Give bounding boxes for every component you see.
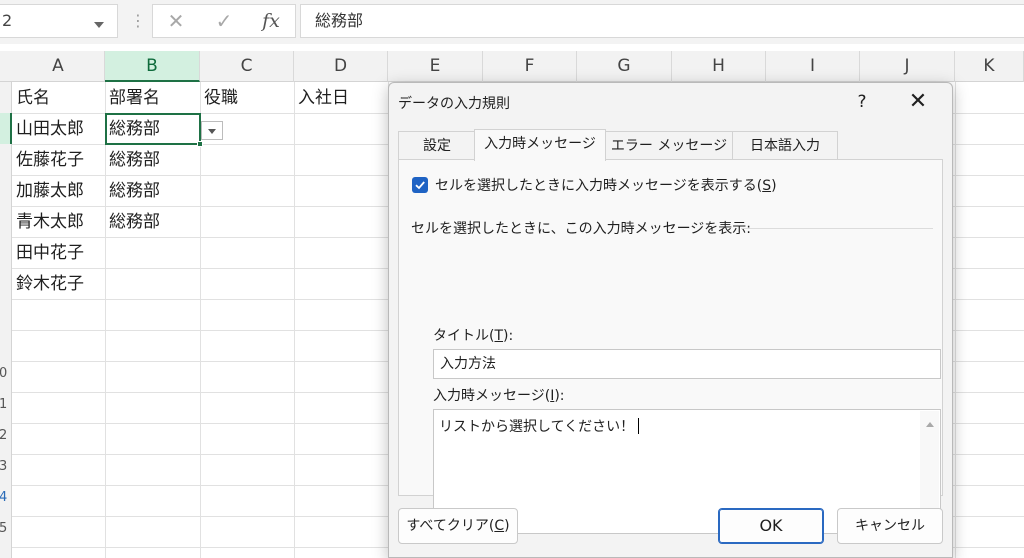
column-header-row: A B C D E F G H I J K [0, 51, 1024, 82]
input-message-panel: セルを選択したときに入力時メッセージを表示する(S) セルを選択したときに、この… [398, 159, 943, 534]
column-header-c[interactable]: C [200, 51, 294, 82]
cell-a1[interactable]: 氏名 [12, 83, 50, 113]
tab-input-message[interactable]: 入力時メッセージ [474, 129, 606, 161]
row-number: 4 [0, 490, 7, 505]
chevron-down-icon [208, 129, 216, 134]
row-header-active[interactable] [0, 113, 12, 144]
cell-a4[interactable]: 加藤太郎 [12, 176, 84, 206]
text-caret [638, 418, 640, 434]
active-cell-border [105, 113, 201, 145]
column-header-e[interactable]: E [388, 51, 483, 82]
tab-error-alert[interactable]: エラー メッセージ [605, 131, 733, 160]
insert-function-button[interactable]: fx [251, 4, 291, 38]
message-text: リストから選択してください！ [439, 419, 635, 435]
row-number: 1 [0, 397, 7, 412]
message-field-label: 入力時メッセージ(I): [433, 385, 565, 405]
name-box-value: 2 [2, 11, 13, 30]
label-suffix: ): [503, 328, 514, 344]
hotkey-c: C [494, 518, 505, 534]
group-label: セルを選択したときに、この入力時メッセージを表示: [411, 221, 752, 237]
label-suffix: ) [771, 178, 777, 194]
column-header-h[interactable]: H [672, 51, 766, 82]
grid-line [200, 82, 201, 558]
title-label-text: タイトル( [433, 328, 495, 344]
hotkey-s: S [762, 178, 772, 194]
chevron-down-icon[interactable] [94, 22, 104, 28]
show-message-label-text: セルを選択したときに入力時メッセージを表示する( [435, 178, 763, 194]
label-suffix: ) [504, 518, 510, 534]
column-header-j[interactable]: J [860, 51, 955, 82]
cell-b5[interactable]: 総務部 [105, 207, 160, 237]
group-divider [741, 228, 933, 229]
hotkey-t: T [494, 328, 504, 344]
column-header-k[interactable]: K [955, 51, 1024, 82]
column-header-f[interactable]: F [483, 51, 577, 82]
cell-a3[interactable]: 佐藤花子 [12, 145, 84, 175]
fill-handle[interactable] [197, 141, 203, 147]
clear-label-text: すべてクリア( [406, 518, 495, 534]
dialog-tabs: 設定 入力時メッセージ エラー メッセージ 日本語入力 [398, 129, 938, 161]
formula-input[interactable]: 総務部 [300, 4, 1024, 38]
title-input[interactable]: 入力方法 [433, 349, 941, 379]
name-box[interactable]: 2 [0, 4, 118, 38]
row-number: 0 [0, 366, 7, 381]
cell-b1[interactable]: 部署名 [105, 83, 160, 113]
column-header-g[interactable]: G [577, 51, 672, 82]
excel-window: 2 ⋮ ✕ ✓ fx 総務部 A B C D E F G H I J K 0 1… [0, 0, 1024, 558]
grid-line [955, 82, 956, 558]
cell-a5[interactable]: 青木太郎 [12, 207, 84, 237]
check-icon [415, 181, 425, 190]
cancel-button[interactable]: キャンセル [837, 508, 943, 544]
column-header-a[interactable]: A [12, 51, 105, 82]
data-validation-dialog: データの入力規則 ? ✕ 設定 入力時メッセージ エラー メッセージ 日本語入力… [388, 82, 953, 558]
tab-settings[interactable]: 設定 [398, 131, 476, 160]
cell-c1[interactable]: 役職 [200, 83, 238, 113]
show-message-checkbox[interactable] [412, 177, 428, 193]
dialog-title: データの入力規則 [398, 96, 510, 112]
row-number: 5 [0, 521, 7, 536]
tab-ime-mode[interactable]: 日本語入力 [732, 131, 838, 160]
help-button[interactable]: ? [851, 87, 873, 117]
column-header-b[interactable]: B [105, 51, 200, 82]
close-icon[interactable]: ✕ [903, 87, 933, 117]
title-field-label: タイトル(T): [433, 325, 513, 345]
clear-all-button[interactable]: すべてクリア(C) [398, 508, 518, 544]
cell-d1[interactable]: 入社日 [294, 83, 349, 113]
show-message-label[interactable]: セルを選択したときに入力時メッセージを表示する(S) [435, 175, 777, 195]
validation-dropdown-button[interactable] [201, 121, 223, 140]
formula-bar: 2 ⋮ ✕ ✓ fx 総務部 [0, 0, 1024, 44]
enter-icon[interactable]: ✓ [204, 4, 244, 38]
cell-b3[interactable]: 総務部 [105, 145, 160, 175]
cell-a6[interactable]: 田中花子 [12, 238, 84, 268]
more-options-icon[interactable]: ⋮ [130, 11, 146, 30]
ok-button[interactable]: OK [718, 508, 824, 544]
grid-line [294, 82, 295, 558]
row-number: 2 [0, 428, 7, 443]
row-header-strip[interactable]: 0 1 2 3 4 5 [0, 144, 12, 558]
row-number: 3 [0, 459, 7, 474]
row-header[interactable] [0, 82, 12, 113]
message-label-text: 入力時メッセージ( [433, 388, 551, 404]
column-header-d[interactable]: D [294, 51, 388, 82]
cancel-icon[interactable]: ✕ [156, 4, 196, 38]
label-suffix: ): [554, 388, 565, 404]
column-header-i[interactable]: I [766, 51, 860, 82]
cell-b4[interactable]: 総務部 [105, 176, 160, 206]
cell-a7[interactable]: 鈴木花子 [12, 269, 84, 299]
cell-a2[interactable]: 山田太郎 [12, 114, 84, 144]
scroll-up-icon[interactable] [926, 422, 934, 427]
